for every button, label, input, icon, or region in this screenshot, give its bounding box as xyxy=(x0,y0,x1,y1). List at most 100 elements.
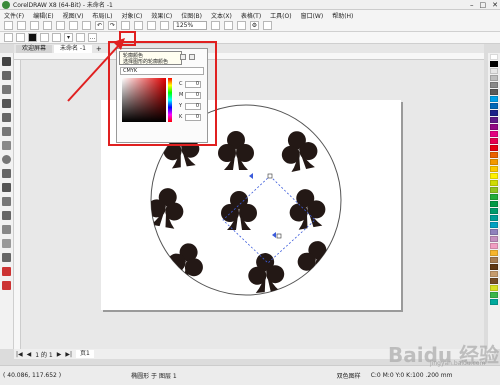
paste-icon[interactable] xyxy=(82,21,91,30)
pattern-fill-icon[interactable] xyxy=(4,33,13,42)
back-color-icon[interactable] xyxy=(52,33,61,42)
palette-swatch[interactable] xyxy=(490,61,498,67)
palette-swatch[interactable] xyxy=(490,110,498,116)
import-icon[interactable] xyxy=(134,21,143,30)
search-content-icon[interactable] xyxy=(121,21,130,30)
save-icon[interactable] xyxy=(30,21,39,30)
palette-swatch[interactable] xyxy=(490,236,498,242)
palette-swatch[interactable] xyxy=(490,299,498,305)
palette-swatch[interactable] xyxy=(490,68,498,74)
freehand-tool-icon[interactable] xyxy=(2,113,11,122)
color-eyedropper-icon[interactable] xyxy=(2,253,11,262)
first-page-icon[interactable]: |◀ xyxy=(16,351,23,358)
shape-tool-icon[interactable] xyxy=(2,71,11,80)
palette-swatch[interactable] xyxy=(490,75,498,81)
palette-swatch[interactable] xyxy=(490,187,498,193)
menu-help[interactable]: 帮助(H) xyxy=(332,11,353,20)
pick-tool-icon[interactable] xyxy=(2,57,11,66)
text-tool-icon[interactable] xyxy=(2,183,11,192)
publish-pdf-icon[interactable] xyxy=(160,21,169,30)
prev-page-icon[interactable]: ◀ xyxy=(27,351,32,358)
menu-tools[interactable]: 工具(O) xyxy=(270,11,291,20)
menu-file[interactable]: 文件(F) xyxy=(4,11,24,20)
palette-swatch[interactable] xyxy=(490,229,498,235)
palette-swatch[interactable] xyxy=(490,194,498,200)
last-page-icon[interactable]: ▶| xyxy=(65,351,72,358)
menu-table[interactable]: 表格(T) xyxy=(241,11,261,20)
crop-tool-icon[interactable] xyxy=(2,85,11,94)
menu-effects[interactable]: 效果(C) xyxy=(151,11,172,20)
palette-swatch[interactable] xyxy=(490,54,498,60)
palette-swatch[interactable] xyxy=(490,138,498,144)
snap-to-icon[interactable] xyxy=(237,21,246,30)
front-color-icon[interactable] xyxy=(28,33,37,42)
palette-swatch[interactable] xyxy=(490,285,498,291)
palette-swatch[interactable] xyxy=(490,250,498,256)
cut-icon[interactable] xyxy=(56,21,65,30)
palette-swatch[interactable] xyxy=(490,159,498,165)
clubs-pattern-artwork[interactable] xyxy=(21,60,484,349)
palette-swatch[interactable] xyxy=(490,131,498,137)
palette-swatch[interactable] xyxy=(490,271,498,277)
rectangle-tool-icon[interactable] xyxy=(2,141,11,150)
page-tab-1[interactable]: 页1 xyxy=(75,350,94,358)
palette-swatch[interactable] xyxy=(490,96,498,102)
interactive-fill-icon[interactable] xyxy=(2,267,11,276)
parallel-dimension-icon[interactable] xyxy=(2,197,11,206)
export-icon[interactable] xyxy=(147,21,156,30)
palette-swatch[interactable] xyxy=(490,166,498,172)
smart-fill-icon[interactable] xyxy=(2,281,11,290)
print-icon[interactable] xyxy=(43,21,52,30)
tab-untitled-1[interactable]: 未命名 -1 xyxy=(54,45,92,53)
swap-colors-icon[interactable] xyxy=(40,33,49,42)
palette-swatch[interactable] xyxy=(490,222,498,228)
outline-color-dropdown-icon[interactable]: ▾ xyxy=(64,33,73,42)
add-tab-icon[interactable]: + xyxy=(96,45,102,53)
palette-swatch[interactable] xyxy=(490,243,498,249)
palette-swatch[interactable] xyxy=(490,257,498,263)
palette-swatch[interactable] xyxy=(490,117,498,123)
application-launcher-icon[interactable] xyxy=(263,21,272,30)
menu-object[interactable]: 对象(C) xyxy=(121,11,142,20)
fill-type-icon[interactable] xyxy=(16,33,25,42)
zoom-level-field[interactable]: 125% xyxy=(173,21,207,30)
palette-swatch[interactable] xyxy=(490,145,498,151)
edit-fill-icon[interactable] xyxy=(76,33,85,42)
copy-icon[interactable] xyxy=(69,21,78,30)
palette-swatch[interactable] xyxy=(490,278,498,284)
show-rulers-icon[interactable] xyxy=(224,21,233,30)
redo-icon[interactable]: ↷ xyxy=(108,21,117,30)
maximize-button[interactable]: □ xyxy=(480,1,487,9)
minimize-button[interactable]: – xyxy=(470,1,474,9)
close-button[interactable]: ✕ xyxy=(492,1,498,9)
palette-swatch[interactable] xyxy=(490,180,498,186)
undo-icon[interactable]: ↶ xyxy=(95,21,104,30)
full-screen-icon[interactable] xyxy=(211,21,220,30)
transparency-tool-icon[interactable] xyxy=(2,239,11,248)
palette-swatch[interactable] xyxy=(490,215,498,221)
palette-swatch[interactable] xyxy=(490,264,498,270)
ellipse-tool-icon[interactable] xyxy=(2,155,11,164)
new-document-icon[interactable] xyxy=(4,21,13,30)
menu-view[interactable]: 视图(V) xyxy=(63,11,84,20)
palette-swatch[interactable] xyxy=(490,89,498,95)
zoom-tool-icon[interactable] xyxy=(2,99,11,108)
more-options-icon[interactable]: … xyxy=(88,33,97,42)
connector-tool-icon[interactable] xyxy=(2,211,11,220)
options-gear-icon[interactable]: ⚙ xyxy=(250,21,259,30)
palette-swatch[interactable] xyxy=(490,208,498,214)
menu-bitmaps[interactable]: 位图(B) xyxy=(181,11,202,20)
palette-swatch[interactable] xyxy=(490,152,498,158)
polygon-tool-icon[interactable] xyxy=(2,169,11,178)
palette-swatch[interactable] xyxy=(490,82,498,88)
open-folder-icon[interactable] xyxy=(17,21,26,30)
drawing-canvas[interactable] xyxy=(21,60,484,349)
menu-layout[interactable]: 布局(L) xyxy=(92,11,112,20)
artistic-media-icon[interactable] xyxy=(2,127,11,136)
menu-text[interactable]: 文本(X) xyxy=(211,11,232,20)
drop-shadow-icon[interactable] xyxy=(2,225,11,234)
palette-swatch[interactable] xyxy=(490,292,498,298)
menu-window[interactable]: 窗口(W) xyxy=(301,11,324,20)
next-page-icon[interactable]: ▶ xyxy=(57,351,62,358)
horizontal-ruler[interactable] xyxy=(14,53,484,60)
